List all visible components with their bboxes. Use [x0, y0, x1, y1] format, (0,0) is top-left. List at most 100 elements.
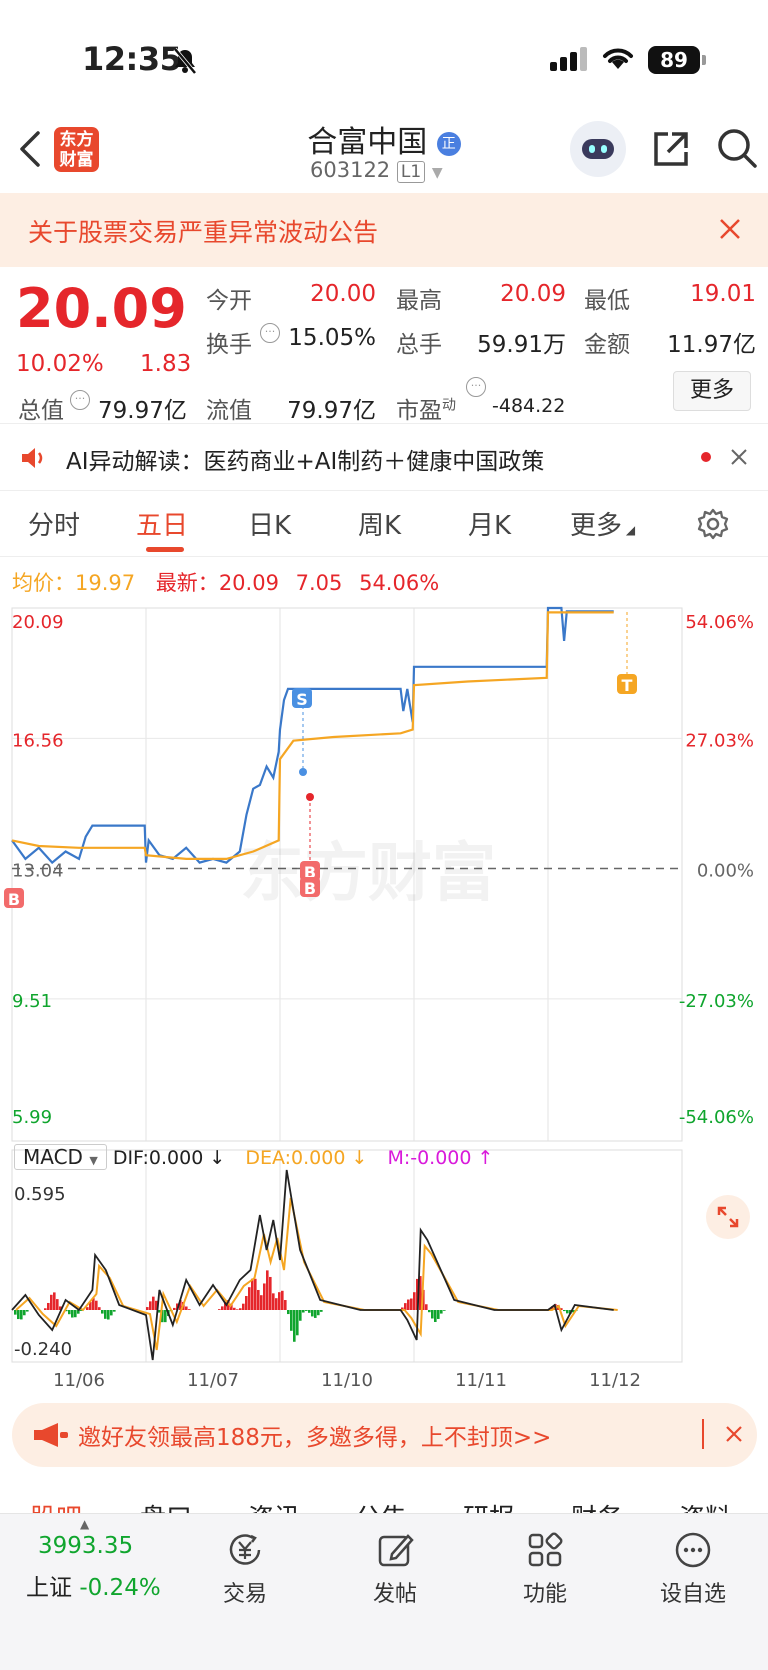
macd-histogram-bar: [317, 1310, 320, 1316]
macd-histogram-bar: [149, 1301, 152, 1310]
macd-histogram-bar: [152, 1296, 155, 1310]
y-left-tick: 5.99: [12, 1107, 52, 1128]
tab-finance[interactable]: 财务: [571, 1498, 623, 1514]
macd-histogram-bar: [50, 1294, 53, 1310]
m-value: M:-0.000: [387, 1147, 472, 1169]
close-icon[interactable]: [725, 1425, 743, 1443]
tab-five-day[interactable]: 五日: [136, 505, 188, 542]
macd-histogram-bar: [71, 1310, 74, 1318]
tab-weekly-k[interactable]: 周K: [358, 505, 401, 542]
avg-label: 均价：: [12, 571, 75, 595]
dif-value: DIF:0.000: [112, 1147, 204, 1169]
index-value[interactable]: 3993.35: [38, 1533, 133, 1559]
macd-histogram-bar: [104, 1310, 107, 1319]
promo-text[interactable]: 邀好友领最高188元，多邀多得，上不封顶>>: [78, 1418, 551, 1452]
macd-histogram-bar: [248, 1287, 251, 1310]
avg-price-line: [11, 611, 614, 860]
macd-histogram-bar: [410, 1298, 413, 1310]
macd-histogram-bar: [233, 1307, 236, 1310]
change-value: 1.83: [140, 351, 192, 377]
x-axis-labels: 11/06 11/07 11/10 11/11 11/12: [53, 1370, 641, 1391]
five-day-chart[interactable]: 东方财富 20.09 54.06% 16.56 27.03% 13.04 0.00% 9.5…: [0, 600, 768, 1400]
add-watchlist-button[interactable]: 设自选: [638, 1530, 748, 1608]
macd-histogram-bar: [278, 1292, 281, 1310]
y-left-tick: 20.09: [12, 612, 64, 633]
t-marker-text: T: [622, 676, 633, 695]
tab-news[interactable]: 资讯: [248, 1498, 300, 1514]
watermark: 东方财富: [240, 837, 496, 911]
active-tab-indicator: [146, 547, 184, 552]
macd-histogram-bar: [95, 1300, 98, 1310]
close-icon[interactable]: [718, 217, 742, 241]
tab-research[interactable]: 研报: [463, 1498, 515, 1514]
stock-code[interactable]: 603122 L1 ▼: [310, 158, 443, 183]
latest-pct: 54.06%: [359, 571, 440, 595]
tab-profile[interactable]: 资料: [679, 1498, 731, 1514]
macd-histogram-bar: [53, 1292, 56, 1310]
macd-histogram-bar: [98, 1307, 101, 1310]
ai-insight-text[interactable]: AI异动解读：医药商业+AI制药＋健康中国政策: [66, 442, 544, 476]
expand-up-icon[interactable]: ▲: [80, 1517, 89, 1531]
divider: [702, 1419, 704, 1449]
tab-announcements[interactable]: 公告: [355, 1498, 407, 1514]
close-icon[interactable]: [730, 448, 748, 466]
macd-histogram-bar: [563, 1310, 566, 1312]
info-icon[interactable]: ···: [466, 377, 486, 397]
macd-histogram-bar: [164, 1310, 167, 1323]
latest-label: 最新：: [155, 571, 219, 595]
expand-button[interactable]: [706, 1195, 750, 1239]
macd-histogram-bar: [287, 1310, 290, 1315]
announcement-text[interactable]: 关于股票交易严重异常波动公告: [28, 213, 378, 249]
turnover-label: 换手: [206, 332, 252, 358]
ai-robot-avatar[interactable]: [570, 121, 626, 177]
amount-value: 11.97亿: [667, 332, 756, 358]
sell-point: [299, 768, 307, 776]
trade-yen-icon: [229, 1534, 261, 1565]
macd-histogram-bar: [260, 1295, 263, 1310]
index-quote[interactable]: 上证 -0.24%: [26, 1568, 161, 1602]
clock: 12:35: [82, 40, 182, 78]
functions-button[interactable]: 功能: [490, 1530, 600, 1608]
search-icon[interactable]: [715, 126, 759, 170]
high-label: 最高: [396, 288, 442, 314]
macd-histogram-bar: [188, 1309, 191, 1310]
tab-intraday[interactable]: 分时: [28, 505, 80, 542]
y-right-tick: 0.00%: [697, 861, 754, 882]
info-icon[interactable]: ···: [70, 390, 90, 410]
tab-more[interactable]: 更多 ◢: [570, 505, 635, 542]
trade-button[interactable]: 交易: [190, 1530, 300, 1608]
cellular-signal-icon: [550, 47, 587, 71]
macd-histogram-bar: [293, 1310, 296, 1342]
tab-guba[interactable]: 股吧: [30, 1498, 82, 1514]
tab-daily-k[interactable]: 日K: [248, 505, 291, 542]
tab-monthly-k[interactable]: 月K: [468, 505, 511, 542]
info-icon[interactable]: ···: [260, 323, 280, 343]
ai-insight-bar[interactable]: AI异动解读：医药商业+AI制药＋健康中国政策: [0, 423, 768, 491]
status-bar: 12:35 89: [0, 0, 768, 120]
promo-banner[interactable]: 邀好友领最高188元，多邀多得，上不封顶>>: [12, 1403, 757, 1467]
macd-histogram-bar: [431, 1310, 434, 1319]
announcement-banner[interactable]: 关于股票交易严重异常波动公告: [0, 193, 768, 267]
more-button[interactable]: 更多: [673, 371, 751, 411]
macd-histogram-bar: [266, 1270, 269, 1310]
macd-histogram-bar: [308, 1310, 311, 1313]
macd-histogram-bar: [269, 1276, 272, 1310]
turnover-value: 15.05%: [288, 325, 376, 351]
macd-histogram-bar: [257, 1289, 260, 1310]
macd-histogram-bar: [221, 1306, 224, 1310]
buy-point: [306, 793, 314, 801]
macd-histogram-bar: [407, 1299, 410, 1310]
tab-pankou[interactable]: 盘口: [140, 1498, 192, 1514]
settings-gear-icon[interactable]: [696, 507, 730, 541]
x-date-label: 11/10: [321, 1370, 373, 1391]
share-icon[interactable]: [650, 128, 692, 170]
macd-histogram-bar: [242, 1303, 245, 1310]
macd-histogram-bar: [14, 1310, 17, 1315]
amount-label: 金额: [584, 332, 630, 358]
post-button[interactable]: 发帖: [340, 1530, 450, 1608]
mktcap-label: 总值: [18, 398, 64, 424]
macd-histogram-bar: [26, 1310, 29, 1312]
indicator-select[interactable]: MACD ▼: [14, 1144, 107, 1170]
macd-panel: 0.595 -0.240: [11, 1169, 618, 1361]
macd-histogram-bar: [173, 1307, 176, 1310]
